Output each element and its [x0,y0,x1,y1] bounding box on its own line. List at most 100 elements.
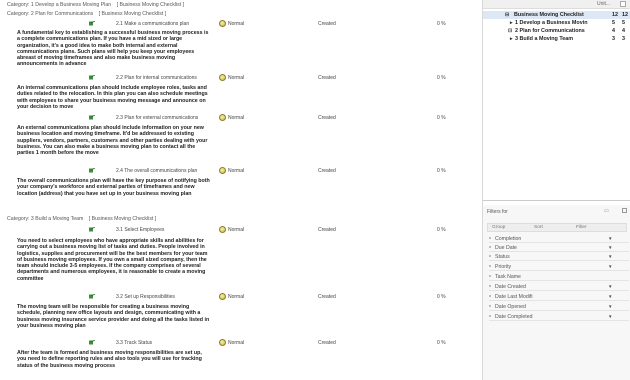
tree-header-button[interactable] [620,1,626,7]
expand-icon[interactable]: ▸ [510,20,513,26]
filter-field-label: Task Name [495,274,521,280]
task-icon [89,340,95,345]
task-description: The moving team will be responsible for … [17,304,210,329]
filter-field-label: Date Created [495,284,526,290]
task-status: Created [318,227,336,233]
tree-item-count: 3 [622,36,625,42]
task-priority: Normal [228,115,245,121]
priority-icon [219,339,226,346]
filter-field-label: Due Date [495,245,517,251]
filter-field-label: Date Last Modifi [495,294,533,300]
task-description: A fundamental key to establishing a succ… [17,30,209,68]
dropdown-arrow-icon[interactable]: ▼ [608,245,612,250]
task-name: 2.2 Plan for internal communications [116,75,197,81]
dropdown-arrow-icon[interactable]: ▼ [608,304,612,309]
task-description: An internal communications plan should i… [17,85,208,110]
dropdown-arrow-icon[interactable]: ▼ [608,294,612,299]
task-description: The overall communications plan will hav… [17,178,210,197]
filter-field-label: Priority [495,264,512,270]
filter-field[interactable]: Date Created ▼ [489,282,629,291]
filter-field[interactable]: Task Name [489,272,629,281]
dropdown-arrow-icon[interactable]: ▼ [608,314,612,319]
task-name: 2.4 The overall communications plan [116,168,198,174]
dropdown-arrow-icon[interactable]: ▼ [608,284,612,289]
task-description: After the team is formed and business mo… [17,350,202,369]
expand-icon[interactable]: ▸ [510,36,513,42]
pin-icon[interactable]: ▭ [604,208,609,214]
task-percent: 0 % [437,75,446,81]
task-row[interactable]: 2.3 Plan for external communications Nor… [0,114,482,122]
priority-icon [219,74,226,81]
tree-item-label: 1 Develop a Business Movin [515,20,588,26]
filter-panel: Filters for ▭ Group Sort Filter Completi… [483,206,630,380]
task-name: 3.1 Select Employees [116,227,165,233]
checklist-link[interactable]: [ Business Moving Checklist ] [99,11,166,17]
task-icon [89,21,95,26]
filter-field-label: Completion [495,236,522,242]
filter-field[interactable]: Date Opened ▼ [489,302,629,311]
tree-item-count: 3 [612,36,615,42]
pane-divider[interactable] [483,200,630,201]
category-label: Category: 1 Develop a Business Moving Pl… [7,2,112,8]
task-priority: Normal [228,294,245,300]
category-header[interactable]: Category: 2 Plan for Communications [ Bu… [7,11,166,17]
tree-item-root[interactable]: ⊟ Business Moving Checklist 12 12 [483,11,630,19]
task-row[interactable]: 3.2 Set up Responsibilities Normal Creat… [0,293,482,301]
category-header[interactable]: Category: 3 Build a Moving Team [ Busine… [7,216,156,222]
task-icon [89,75,95,80]
filter-field[interactable]: Due Date ▼ [489,243,629,252]
tree-item-category-1[interactable]: ▸ 1 Develop a Business Movin 5 5 [483,19,630,27]
task-name: 3.3 Track Status [116,340,153,346]
task-status: Created [318,294,336,300]
task-percent: 0 % [437,340,446,346]
tree-item-count: 5 [612,20,615,26]
task-icon [89,227,95,232]
task-name: 2.1 Make a communications plan [116,21,190,27]
expand-icon[interactable]: ⊡ [508,28,512,34]
filter-button[interactable]: Filter [576,225,587,230]
task-status: Created [318,340,336,346]
tree-item-label: 3 Build a Moving Team [515,36,574,42]
sort-button[interactable]: Sort [534,225,543,230]
task-description: An external communications plan should i… [17,125,208,157]
tree-item-label: 2 Plan for Communications [515,28,585,34]
bullet-icon [489,275,491,277]
filter-field[interactable]: Date Last Modifi ▼ [489,292,629,301]
dropdown-arrow-icon[interactable]: ▼ [608,254,612,259]
task-description: You need to select employees who have ap… [17,238,208,282]
dropdown-arrow-icon[interactable]: ▼ [608,264,612,269]
task-priority: Normal [228,340,245,346]
group-button[interactable]: Group [492,225,505,230]
category-header[interactable]: Category: 1 Develop a Business Moving Pl… [7,2,184,8]
bullet-icon [489,246,491,248]
tree-item-count: 4 [612,28,615,34]
bullet-icon [489,237,491,239]
task-icon [89,115,95,120]
tree-item-category-2[interactable]: ⊡ 2 Plan for Communications 4 4 [483,27,630,35]
bullet-icon [489,265,491,267]
task-percent: 0 % [437,115,446,121]
task-row[interactable]: 2.1 Make a communications plan Normal Cr… [0,20,482,28]
close-icon[interactable] [622,208,627,213]
priority-icon [219,114,226,121]
filter-title: Filters for [487,209,508,215]
task-icon [89,294,95,299]
task-row[interactable]: 3.3 Track Status Normal Created 0 % [0,339,482,347]
tree-item-category-3[interactable]: ▸ 3 Build a Moving Team 3 3 [483,35,630,43]
collapse-icon[interactable]: ⊟ [505,12,509,18]
filter-field[interactable]: Date Completed ▼ [489,312,629,321]
task-row[interactable]: 2.4 The overall communications plan Norm… [0,167,482,175]
filter-field[interactable]: Status ▼ [489,252,629,261]
tree-item-label: Business Moving Checklist [514,12,584,18]
tree-column-header[interactable]: Unit... [597,1,610,7]
filter-field[interactable]: Completion ▼ [489,234,629,243]
task-status: Created [318,21,336,27]
task-row[interactable]: 2.2 Plan for internal communications Nor… [0,74,482,82]
filter-field[interactable]: Priority ▼ [489,262,629,271]
checklist-link[interactable]: [ Business Moving Checklist ] [89,216,156,222]
checklist-link[interactable]: [ Business Moving Checklist ] [117,2,184,8]
filter-field-label: Status [495,254,510,260]
task-row[interactable]: 3.1 Select Employees Normal Created 0 % [0,226,482,234]
task-name: 3.2 Set up Responsibilities [116,294,175,300]
dropdown-arrow-icon[interactable]: ▼ [608,236,612,241]
